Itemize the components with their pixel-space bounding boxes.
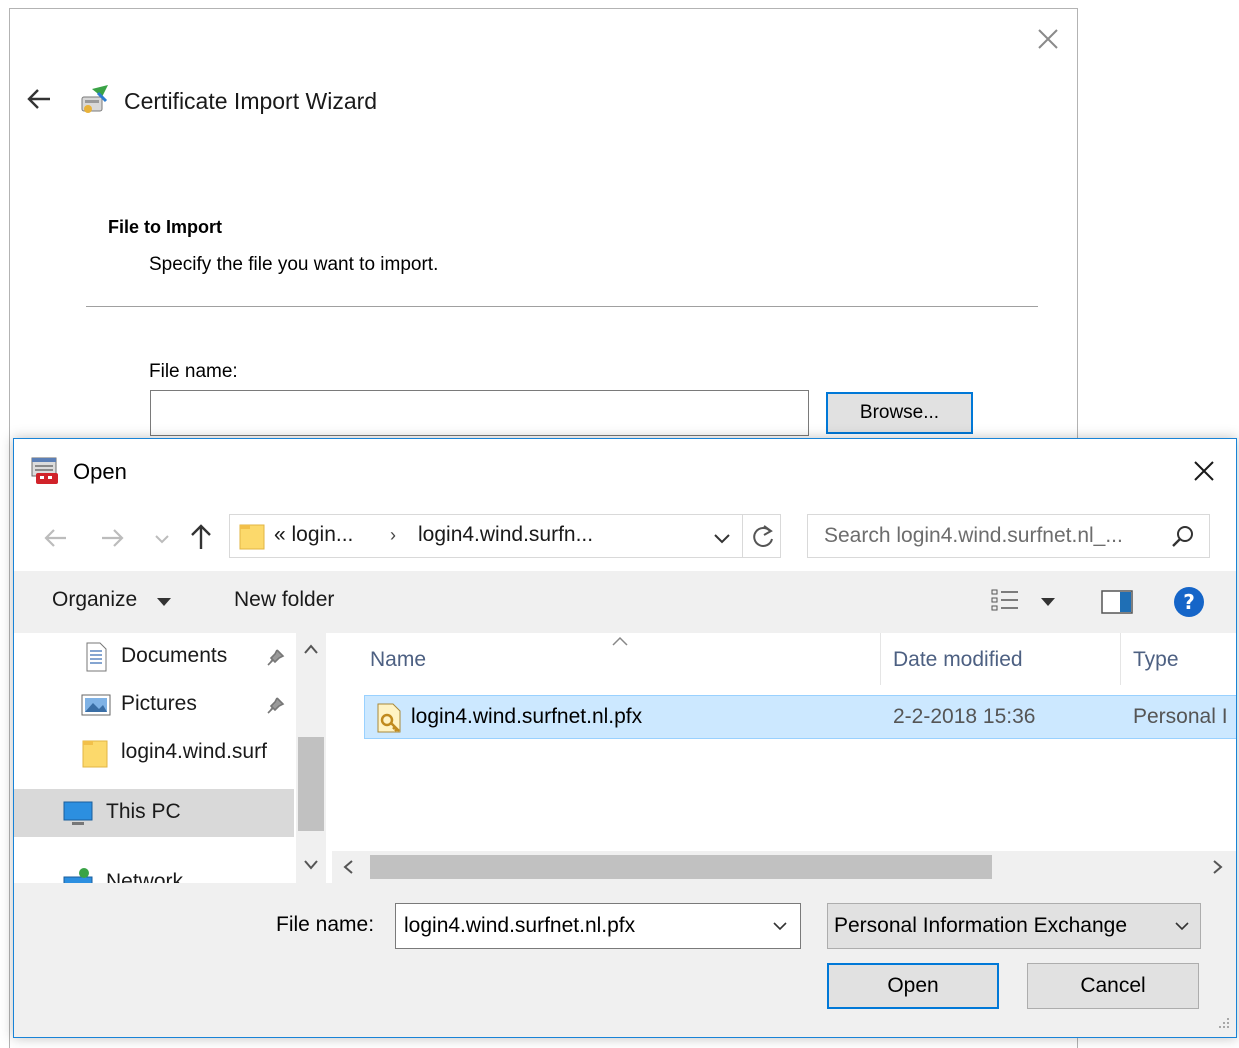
certificate-wizard-icon — [81, 85, 108, 113]
search-input[interactable]: Search login4.wind.surfnet.nl_... — [824, 524, 1123, 548]
column-header-type[interactable]: Type — [1133, 648, 1179, 672]
organize-menu[interactable]: Organize — [52, 588, 137, 612]
address-divider — [742, 515, 743, 557]
open-file-dialog: Open « login... › login4.wind.surfn... S… — [13, 438, 1237, 1038]
caret-down-icon[interactable] — [156, 597, 172, 607]
file-type-filter: Personal Information Exchange — [834, 914, 1128, 937]
open-dialog-icon — [31, 457, 58, 484]
scrollbar-thumb[interactable] — [298, 737, 324, 831]
scroll-up-icon[interactable] — [303, 643, 319, 655]
column-header-date-modified[interactable]: Date modified — [893, 648, 1023, 672]
certificate-file-icon — [377, 703, 401, 733]
new-folder-button[interactable]: New folder — [234, 588, 334, 612]
nav-item-label: Pictures — [121, 692, 197, 715]
scrollbar-thumb[interactable] — [370, 855, 992, 879]
pin-icon[interactable] — [264, 647, 286, 669]
folder-icon — [82, 740, 108, 768]
network-icon — [63, 868, 93, 883]
this-pc-icon — [63, 801, 93, 825]
wizard-title: Certificate Import Wizard — [124, 88, 378, 114]
file-date-modified: 2-2-2018 15:36 — [893, 705, 1036, 728]
browse-button[interactable]: Browse... — [826, 392, 973, 434]
file-type-dropdown[interactable]: Personal Information Exchange — [827, 903, 1201, 949]
breadcrumb-segment[interactable]: login4.wind.surfn... — [418, 523, 593, 547]
nav-item-login4-folder[interactable]: login4.wind.surf — [14, 729, 294, 777]
chevron-down-icon[interactable] — [1174, 921, 1190, 931]
close-icon[interactable] — [1190, 457, 1218, 485]
section-title: File to Import — [108, 217, 222, 237]
navigation-pane: Documents Pictures login4.wind.surf This… — [14, 633, 330, 883]
back-arrow-icon[interactable] — [24, 84, 54, 114]
open-button[interactable]: Open — [827, 963, 999, 1009]
preview-pane-icon[interactable] — [1100, 588, 1134, 616]
search-box[interactable]: Search login4.wind.surfnet.nl_... — [807, 514, 1210, 558]
recent-locations-chevron-icon[interactable] — [152, 525, 172, 551]
column-header-name[interactable]: Name — [370, 648, 426, 672]
file-name-input[interactable] — [150, 390, 809, 436]
column-header-row: Name Date modified Type — [332, 633, 1236, 685]
scroll-right-icon[interactable] — [1210, 859, 1224, 875]
breadcrumb-segment[interactable]: « login... — [274, 523, 353, 547]
address-bar[interactable]: « login... › login4.wind.surfn... — [229, 514, 781, 558]
scroll-left-icon[interactable] — [342, 859, 356, 875]
pictures-icon — [81, 694, 111, 716]
resize-grip-icon[interactable] — [1212, 1013, 1232, 1033]
file-list-horizontal-scrollbar[interactable] — [332, 851, 1236, 883]
help-icon[interactable]: ? — [1172, 585, 1206, 619]
file-name-label: File name: — [276, 913, 375, 936]
column-separator[interactable] — [880, 633, 881, 685]
svg-text:?: ? — [1183, 590, 1195, 614]
file-name-label: File name: — [149, 361, 238, 382]
forward-arrow-icon[interactable] — [98, 523, 128, 553]
nav-item-pictures[interactable]: Pictures — [14, 681, 294, 729]
column-separator[interactable] — [1120, 633, 1121, 685]
refresh-icon[interactable] — [750, 523, 778, 551]
file-row[interactable]: login4.wind.surfnet.nl.pfx 2-2-2018 15:3… — [364, 695, 1236, 739]
nav-item-this-pc[interactable]: This PC — [14, 789, 294, 837]
nav-item-label: login4.wind.surf — [121, 740, 267, 763]
breadcrumb-separator-icon[interactable]: › — [390, 525, 396, 546]
chevron-down-icon[interactable] — [772, 921, 788, 931]
caret-down-icon[interactable] — [1040, 597, 1056, 607]
file-name: login4.wind.surfnet.nl.pfx — [411, 705, 643, 728]
cancel-button[interactable]: Cancel — [1027, 963, 1199, 1009]
file-name-value[interactable]: login4.wind.surfnet.nl.pfx — [404, 914, 635, 938]
divider — [86, 306, 1038, 307]
chevron-down-icon[interactable] — [710, 527, 734, 549]
file-name-combobox[interactable]: login4.wind.surfnet.nl.pfx — [395, 903, 801, 949]
nav-item-label: This PC — [106, 800, 181, 823]
file-type: Personal I — [1133, 705, 1228, 728]
navigation-scrollbar[interactable] — [296, 633, 326, 883]
dialog-footer: File name: login4.wind.surfnet.nl.pfx Pe… — [14, 883, 1236, 1037]
section-description: Specify the file you want to import. — [149, 254, 439, 275]
sort-ascending-icon — [612, 636, 628, 646]
scroll-down-icon[interactable] — [303, 859, 319, 871]
folder-icon — [239, 524, 265, 550]
view-options-icon[interactable] — [988, 585, 1026, 617]
back-arrow-icon[interactable] — [40, 523, 70, 553]
file-list-pane: Name Date modified Type login4.wind.surf… — [332, 633, 1236, 883]
command-toolbar: Organize New folder ? — [14, 571, 1236, 633]
nav-item-label: Documents — [121, 644, 228, 667]
nav-item-documents[interactable]: Documents — [14, 633, 294, 681]
up-arrow-icon[interactable] — [186, 521, 216, 553]
pin-icon[interactable] — [264, 695, 286, 717]
search-icon[interactable] — [1170, 524, 1196, 550]
documents-icon — [86, 642, 107, 672]
dialog-title: Open — [73, 459, 127, 484]
nav-item-label: Network — [106, 870, 184, 883]
dialog-titlebar[interactable]: Open — [14, 439, 1236, 501]
close-icon[interactable] — [1034, 25, 1062, 53]
nav-item-network[interactable]: Network — [14, 859, 294, 883]
